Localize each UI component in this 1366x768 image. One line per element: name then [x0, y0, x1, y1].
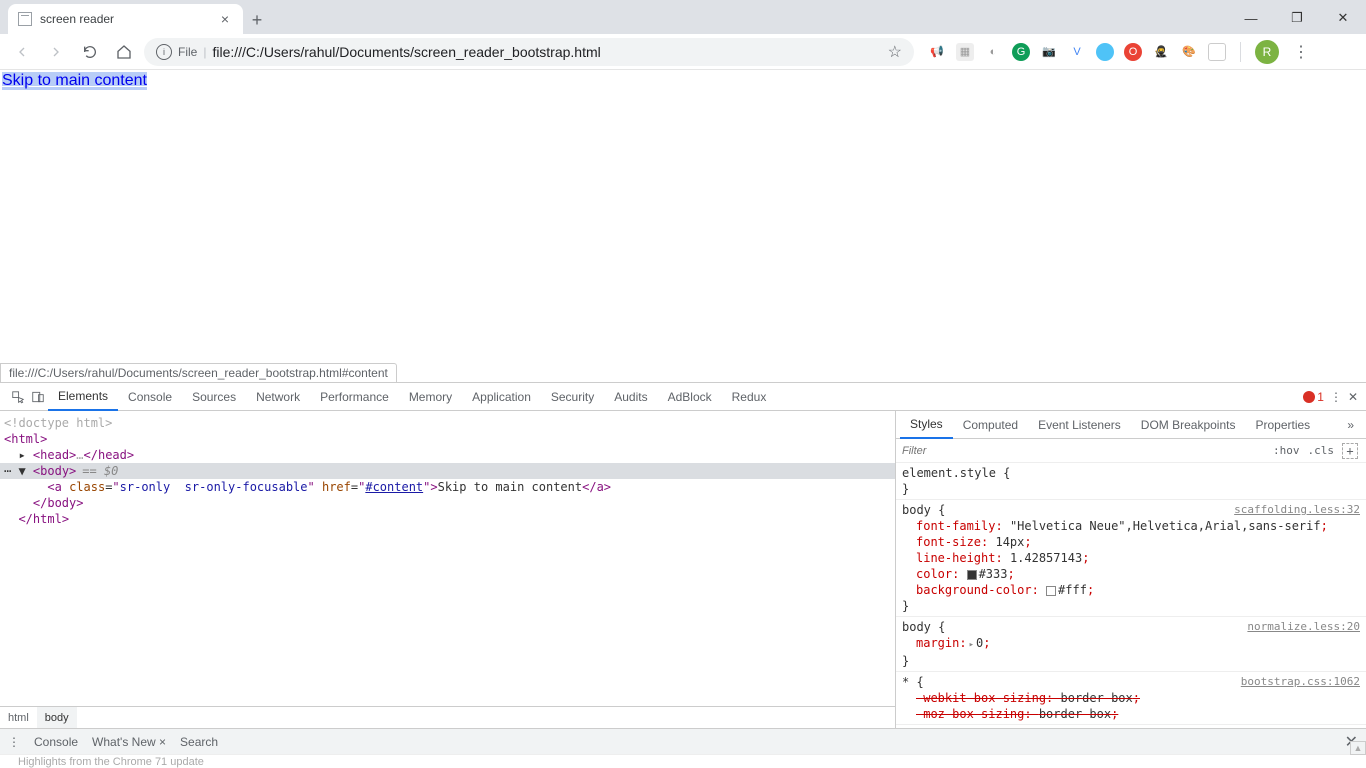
- styles-tab-dom-breakpoints[interactable]: DOM Breakpoints: [1131, 411, 1246, 439]
- extension-icon[interactable]: ◐: [984, 43, 1002, 61]
- file-icon: [18, 12, 32, 26]
- extension-icon[interactable]: G: [1012, 43, 1030, 61]
- color-swatch[interactable]: [967, 570, 977, 580]
- doctype-node: <!doctype html>: [4, 416, 112, 430]
- tab-elements[interactable]: Elements: [48, 383, 118, 411]
- extension-icon[interactable]: [1208, 43, 1226, 61]
- extension-icon[interactable]: ▦: [956, 43, 974, 61]
- css-rule[interactable]: bootstrap.css:1062 * { -webkit-box-sizin…: [896, 672, 1366, 725]
- inspect-element-icon[interactable]: [8, 387, 28, 407]
- window-controls: — ❐ ✕: [1228, 2, 1366, 34]
- tab-application[interactable]: Application: [462, 383, 541, 411]
- devtools-menu-icon[interactable]: ⋮: [1330, 390, 1342, 404]
- css-rule[interactable]: normalize.less:20 body { margin:▸0; }: [896, 617, 1366, 672]
- cls-toggle[interactable]: .cls: [1308, 444, 1335, 457]
- rule-source-link[interactable]: bootstrap.css:1062: [1241, 674, 1360, 690]
- url-protocol: File: [178, 45, 197, 59]
- extension-icon[interactable]: 📢: [928, 43, 946, 61]
- url-separator: |: [203, 45, 206, 59]
- home-button[interactable]: [110, 38, 138, 66]
- extension-icon[interactable]: 🎨: [1180, 43, 1198, 61]
- color-swatch[interactable]: [1046, 586, 1056, 596]
- styles-filter-row: :hov .cls +: [896, 439, 1366, 463]
- styles-filter-input[interactable]: [896, 445, 1265, 457]
- tab-audits[interactable]: Audits: [604, 383, 657, 411]
- device-mode-icon[interactable]: [28, 387, 48, 407]
- toolbar-divider: [1240, 42, 1241, 62]
- tab-memory[interactable]: Memory: [399, 383, 462, 411]
- back-button[interactable]: [8, 38, 36, 66]
- forward-button[interactable]: [42, 38, 70, 66]
- tab-adblock[interactable]: AdBlock: [658, 383, 722, 411]
- crumb-html[interactable]: html: [0, 707, 37, 728]
- extensions-area: 📢 ▦ ◐ G 📷 V O 🥷 🎨 R ⋮: [928, 40, 1313, 64]
- close-window-button[interactable]: ✕: [1320, 2, 1366, 34]
- styles-tab-properties[interactable]: Properties: [1245, 411, 1320, 439]
- crumb-body[interactable]: body: [37, 707, 77, 728]
- error-count-badge[interactable]: 1: [1303, 390, 1324, 404]
- tab-console[interactable]: Console: [118, 383, 182, 411]
- page-viewport: Skip to main content file:///C:/Users/ra…: [0, 70, 1366, 382]
- dom-tree[interactable]: <!doctype html> <html> ▸ <head>…</head> …: [0, 411, 895, 706]
- dom-panel: <!doctype html> <html> ▸ <head>…</head> …: [0, 411, 896, 728]
- extension-icon[interactable]: 📷: [1040, 43, 1058, 61]
- rule-source-link[interactable]: normalize.less:20: [1247, 619, 1360, 635]
- tab-sources[interactable]: Sources: [182, 383, 246, 411]
- tab-performance[interactable]: Performance: [310, 383, 399, 411]
- drawer-tab-whats-new[interactable]: What's New ×: [92, 735, 166, 749]
- styles-tab-event-listeners[interactable]: Event Listeners: [1028, 411, 1131, 439]
- css-rules-list[interactable]: element.style { } scaffolding.less:32 bo…: [896, 463, 1366, 728]
- dom-breadcrumb: html body: [0, 706, 895, 728]
- footer-text: Highlights from the Chrome 71 update: [18, 756, 204, 768]
- extension-icon[interactable]: 🥷: [1152, 43, 1170, 61]
- chrome-menu-button[interactable]: ⋮: [1289, 42, 1313, 62]
- new-tab-button[interactable]: +: [243, 6, 271, 34]
- hover-toggle[interactable]: :hov: [1273, 444, 1300, 457]
- styles-panel: Styles Computed Event Listeners DOM Brea…: [896, 411, 1366, 728]
- browser-tab[interactable]: screen reader ×: [8, 4, 243, 34]
- close-tab-icon[interactable]: ×: [217, 11, 233, 27]
- maximize-button[interactable]: ❐: [1274, 2, 1320, 34]
- address-bar[interactable]: i File | file:///C:/Users/rahul/Document…: [144, 38, 914, 66]
- tab-redux[interactable]: Redux: [722, 383, 777, 411]
- styles-tabs: Styles Computed Event Listeners DOM Brea…: [896, 411, 1366, 439]
- styles-tab-styles[interactable]: Styles: [900, 411, 953, 439]
- selected-dom-node[interactable]: ⋯ ▼ <body>== $0: [0, 463, 895, 479]
- tab-security[interactable]: Security: [541, 383, 604, 411]
- tab-network[interactable]: Network: [246, 383, 310, 411]
- new-style-rule-button[interactable]: +: [1342, 443, 1358, 459]
- css-rule[interactable]: scaffolding.less:32 body { font-family: …: [896, 500, 1366, 617]
- scroll-up-icon[interactable]: ▲: [1350, 741, 1366, 755]
- devtools-close-icon[interactable]: ✕: [1348, 390, 1358, 404]
- url-text: file:///C:/Users/rahul/Documents/screen_…: [212, 44, 600, 60]
- skip-link-anchor[interactable]: Skip to main content: [2, 72, 147, 89]
- styles-tab-computed[interactable]: Computed: [953, 411, 1028, 439]
- minimize-button[interactable]: —: [1228, 2, 1274, 34]
- link-status-bar: file:///C:/Users/rahul/Documents/screen_…: [0, 363, 397, 382]
- devtools-panel: Elements Console Sources Network Perform…: [0, 382, 1366, 768]
- devtools-body: <!doctype html> <html> ▸ <head>…</head> …: [0, 411, 1366, 728]
- extension-icon[interactable]: [1096, 43, 1114, 61]
- browser-toolbar: i File | file:///C:/Users/rahul/Document…: [0, 34, 1366, 70]
- extension-icon[interactable]: V: [1068, 43, 1086, 61]
- reload-button[interactable]: [76, 38, 104, 66]
- drawer-tab-console[interactable]: Console: [34, 735, 78, 749]
- css-rule[interactable]: element.style { }: [896, 463, 1366, 500]
- bookmark-star-icon[interactable]: ☆: [888, 42, 902, 62]
- browser-titlebar: screen reader × + — ❐ ✕: [0, 0, 1366, 34]
- tab-title: screen reader: [40, 12, 217, 26]
- devtools-tabs: Elements Console Sources Network Perform…: [0, 383, 1366, 411]
- profile-avatar[interactable]: R: [1255, 40, 1279, 64]
- drawer-menu-icon[interactable]: ⋮: [8, 735, 20, 749]
- devtools-footer: Highlights from the Chrome 71 update ▲: [0, 754, 1366, 768]
- info-icon[interactable]: i: [156, 44, 172, 60]
- skip-to-content-link[interactable]: Skip to main content: [2, 72, 147, 90]
- rule-source-link[interactable]: scaffolding.less:32: [1234, 502, 1360, 518]
- devtools-drawer: ⋮ Console What's New × Search ✕: [0, 728, 1366, 754]
- drawer-tab-search[interactable]: Search: [180, 735, 218, 749]
- extension-icon[interactable]: O: [1124, 43, 1142, 61]
- more-tabs-icon[interactable]: »: [1339, 418, 1362, 432]
- close-icon[interactable]: ×: [159, 735, 166, 749]
